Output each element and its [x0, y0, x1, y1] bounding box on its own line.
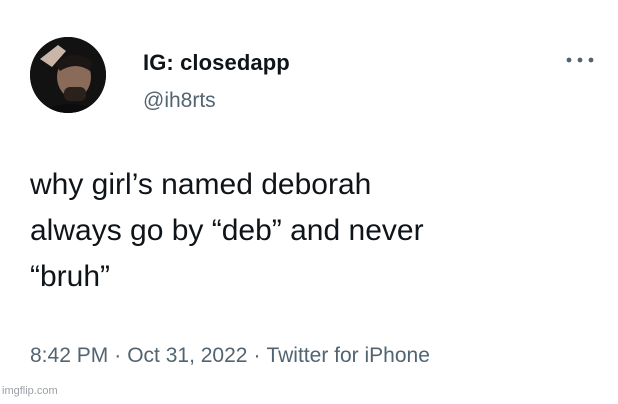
more-horizontal-icon	[566, 57, 594, 63]
tweet-text-line: why girl’s named deborah	[30, 168, 372, 201]
tweet-source[interactable]: Twitter for iPhone	[266, 344, 429, 367]
avatar[interactable]	[30, 37, 106, 113]
separator: ·	[253, 344, 261, 367]
display-name[interactable]: IG: closedapp	[143, 50, 290, 76]
tweet-time[interactable]: 8:42 PM	[30, 344, 108, 367]
tweet-metadata: 8:42 PM · Oct 31, 2022 · Twitter for iPhone	[30, 344, 430, 368]
tweet-text-line: always go by “deb” and never	[30, 214, 424, 247]
tweet-card: IG: closedapp @ih8rts why girl’s named d…	[0, 0, 618, 404]
tweet-date[interactable]: Oct 31, 2022	[127, 344, 247, 367]
profile-photo-icon	[30, 37, 106, 113]
separator: ·	[114, 344, 122, 367]
more-options-button[interactable]	[560, 50, 600, 70]
tweet-text-line: “bruh”	[30, 260, 111, 293]
tweet-text: why girl’s named deborah always go by “d…	[30, 162, 600, 300]
watermark: imgflip.com	[2, 385, 58, 397]
user-handle[interactable]: @ih8rts	[143, 89, 216, 113]
